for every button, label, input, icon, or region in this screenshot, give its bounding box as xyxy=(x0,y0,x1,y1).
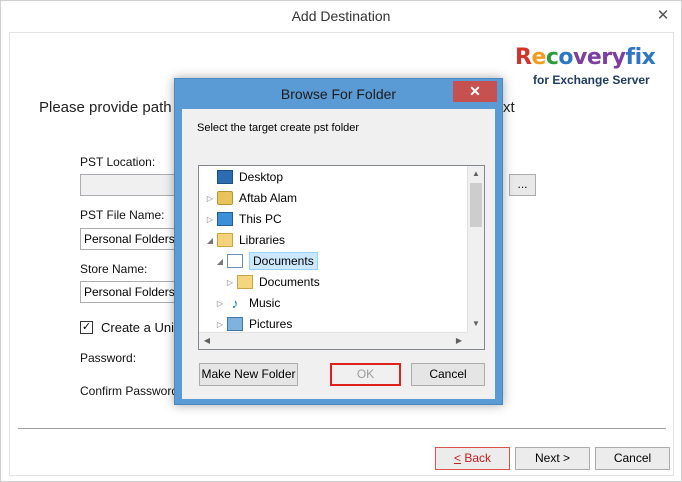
tree-item-documents-folder[interactable]: ▷ Documents xyxy=(225,272,320,292)
tree-item-label: This PC xyxy=(239,212,282,226)
scroll-left-icon[interactable]: ◀ xyxy=(199,333,215,349)
back-button[interactable]: < Back xyxy=(435,447,510,470)
folder-tree[interactable]: Desktop ▷ Aftab Alam ▷ This PC ◢ Librari… xyxy=(198,165,485,350)
vertical-scrollbar[interactable]: ▲ ▼ xyxy=(467,166,484,332)
next-button[interactable]: Next > xyxy=(515,447,590,470)
dialog-prompt: Select the target create pst folder xyxy=(197,122,360,134)
expand-arrow-icon[interactable]: ▷ xyxy=(205,194,215,203)
music-icon: ♪ xyxy=(231,295,239,311)
libraries-icon xyxy=(217,233,233,247)
pictures-icon xyxy=(227,317,243,331)
documents-library-icon xyxy=(227,254,243,268)
browse-button[interactable]: ... xyxy=(509,174,536,196)
expand-arrow-icon[interactable]: ▷ xyxy=(215,299,225,308)
create-unicode-label: Create a Unic xyxy=(101,320,181,335)
tree-item-label: Libraries xyxy=(239,233,286,247)
scroll-thumb[interactable] xyxy=(470,183,482,227)
computer-icon xyxy=(217,212,233,226)
dialog-client: Select the target create pst folder Desk… xyxy=(182,109,495,399)
collapse-arrow-icon[interactable]: ◢ xyxy=(205,236,215,245)
tree-item-desktop[interactable]: Desktop xyxy=(205,167,283,187)
tree-item-label: Music xyxy=(249,296,281,310)
scroll-up-icon[interactable]: ▲ xyxy=(468,166,484,182)
desktop-icon xyxy=(217,170,233,184)
tree-item-label: Pictures xyxy=(249,317,293,331)
dialog-cancel-button[interactable]: Cancel xyxy=(411,363,485,386)
confirm-password-label: Confirm Password: xyxy=(80,384,182,398)
horizontal-scrollbar[interactable]: ◀ ▶ xyxy=(199,332,467,349)
expand-arrow-icon[interactable]: ▷ xyxy=(205,215,215,224)
password-label: Password: xyxy=(80,351,137,365)
tree-item-documents-library[interactable]: ◢ Documents xyxy=(215,251,318,271)
browse-for-folder-dialog: Browse For Folder ✕ Select the target cr… xyxy=(174,78,503,405)
pst-location-field[interactable] xyxy=(80,174,180,196)
pst-location-label: PST Location: xyxy=(80,155,156,169)
store-name-field[interactable]: Personal Folders xyxy=(80,281,180,303)
cancel-button[interactable]: Cancel xyxy=(595,447,670,470)
scroll-corner xyxy=(467,332,484,349)
create-unicode-row[interactable]: ✓ Create a Unic xyxy=(80,320,180,335)
window-title: Add Destination xyxy=(291,8,391,24)
tree-item-libraries[interactable]: ◢ Libraries xyxy=(205,230,285,250)
ok-button[interactable]: OK xyxy=(330,363,401,386)
dialog-titlebar: Browse For Folder ✕ xyxy=(175,79,502,109)
pst-file-name-label: PST File Name: xyxy=(80,208,165,222)
scroll-down-icon[interactable]: ▼ xyxy=(468,316,484,332)
create-unicode-checkbox[interactable]: ✓ xyxy=(80,321,93,334)
store-name-label: Store Name: xyxy=(80,262,148,276)
instruction-text-tail: xt xyxy=(503,99,515,116)
tree-item-label: Desktop xyxy=(239,170,284,184)
logo-subtitle: for Exchange Server xyxy=(533,73,650,87)
tree-item-aftab-alam[interactable]: ▷ Aftab Alam xyxy=(205,188,297,208)
collapse-arrow-icon[interactable]: ◢ xyxy=(215,257,225,266)
tree-item-this-pc[interactable]: ▷ This PC xyxy=(205,209,282,229)
expand-arrow-icon[interactable]: ▷ xyxy=(215,320,225,329)
folder-icon xyxy=(237,275,253,289)
main-titlebar: Add Destination ✕ xyxy=(1,1,681,32)
divider xyxy=(18,428,666,429)
pst-file-name-field[interactable]: Personal Folders.pst xyxy=(80,228,180,250)
scroll-right-icon[interactable]: ▶ xyxy=(451,333,467,349)
tree-item-label: Documents xyxy=(259,275,320,289)
expand-arrow-icon[interactable]: ▷ xyxy=(225,278,235,287)
tree-item-label: Documents xyxy=(249,252,318,270)
tree-item-label: Aftab Alam xyxy=(239,191,298,205)
instruction-text: Please provide path xyxy=(39,99,172,116)
make-new-folder-button[interactable]: Make New Folder xyxy=(199,363,298,386)
dialog-close-icon[interactable]: ✕ xyxy=(453,81,497,102)
tree-item-music[interactable]: ▷ ♪ Music xyxy=(215,293,280,313)
close-icon[interactable]: ✕ xyxy=(653,7,673,25)
user-folder-icon xyxy=(217,191,233,205)
tree-item-pictures[interactable]: ▷ Pictures xyxy=(215,314,292,334)
logo-wordmark: Recoveryfix xyxy=(515,45,656,70)
recoveryfix-logo: Recoveryfix for Exchange Server xyxy=(515,45,675,93)
